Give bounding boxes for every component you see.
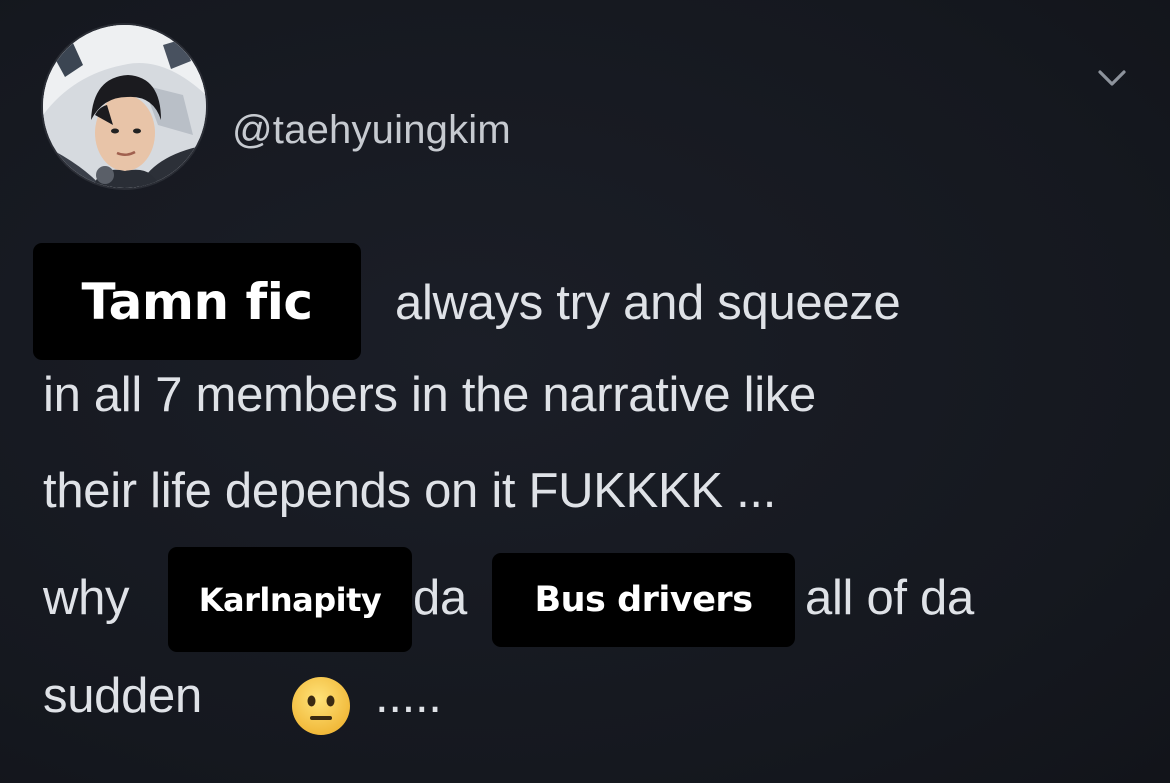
- overlay-label: Bus drivers: [492, 553, 795, 647]
- tweet-text-line-2: in all 7 members in the narrative like: [43, 368, 816, 422]
- text-fragment: why: [43, 571, 130, 625]
- tweet-text-line-3: their life depends on it FUKKKK ...: [43, 464, 777, 518]
- text-fragment: da: [413, 571, 467, 625]
- chevron-down-icon[interactable]: [1092, 58, 1132, 98]
- avatar[interactable]: [43, 25, 206, 188]
- avatar-photo: [43, 25, 206, 188]
- overlay-label: Karlnapity: [168, 547, 412, 652]
- username-handle[interactable]: @taehyuingkim: [232, 108, 511, 153]
- neutral-face-emoji-icon: [289, 674, 353, 738]
- text-fragment: always try and squeeze: [395, 276, 901, 330]
- overlay-label: Tamn fic: [33, 243, 361, 360]
- text-fragment: .....: [375, 669, 442, 723]
- text-fragment: sudden: [43, 669, 202, 723]
- tweet-card: @taehyuingkim always try and squeeze in …: [0, 0, 1170, 783]
- text-fragment: all of da: [805, 571, 974, 625]
